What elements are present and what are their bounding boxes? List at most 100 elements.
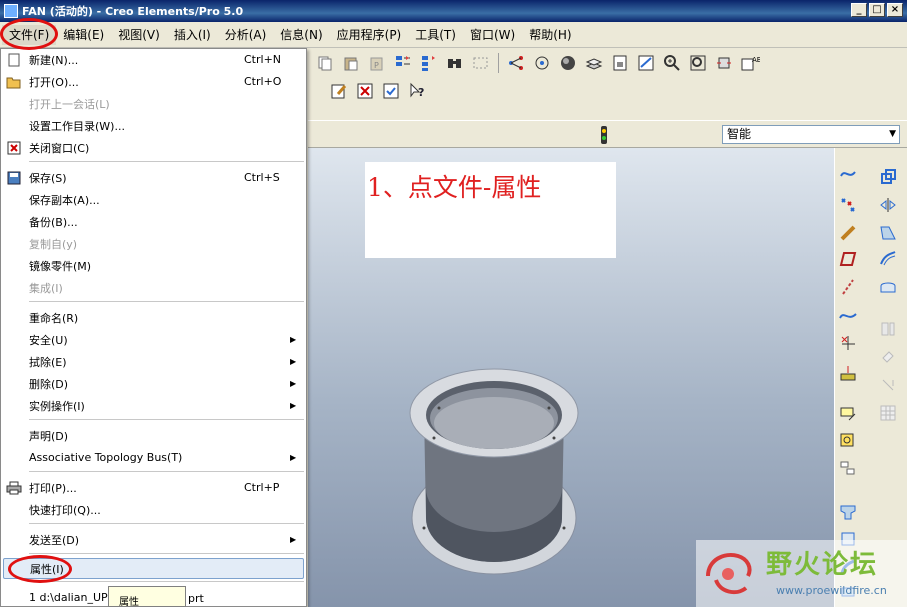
menu-applications[interactable]: 应用程序(P) [330, 25, 409, 45]
menu-analysis[interactable]: 分析(A) [218, 25, 274, 45]
accept-model-icon[interactable] [380, 80, 402, 102]
selection-filter-select[interactable]: 智能 ▼ [722, 125, 900, 144]
file-menu-set-working-directory[interactable]: 设置工作目录(W)... [3, 115, 304, 136]
menu-item-icon-placeholder [3, 351, 25, 372]
menu-item-label: 复制自(y) [29, 237, 78, 251]
menu-item-label: 声明(D) [29, 429, 69, 443]
file-menu-quick-print[interactable]: 快速打印(Q)... [3, 499, 304, 520]
menu-item-label: 集成(I) [29, 281, 63, 295]
file-menu-copy-from: 复制自(y) [3, 233, 304, 254]
draft-icon[interactable] [877, 222, 899, 244]
menu-item-icon-placeholder [3, 255, 25, 276]
menu-insert[interactable]: 插入(I) [167, 25, 218, 45]
analysis-feature-icon[interactable] [837, 362, 859, 384]
edit-definition-icon[interactable] [328, 80, 350, 102]
note-icon[interactable] [837, 402, 859, 424]
menu-item-shortcut: Ctrl+P [244, 481, 280, 494]
spin-center-icon[interactable] [531, 52, 553, 74]
file-menu-delete[interactable]: 删除(D) ▶ [3, 373, 304, 394]
fan-duct-model[interactable] [404, 368, 584, 598]
menu-item-icon-placeholder [3, 115, 25, 136]
saved-views-icon[interactable] [609, 52, 631, 74]
file-menu-declare[interactable]: 声明(D) [3, 425, 304, 446]
zoom-in-icon[interactable] [661, 52, 683, 74]
forum-watermark: 野火论坛 www.proewildfire.cn [696, 540, 907, 607]
file-menu-open[interactable]: 打开(O)... Ctrl+O [3, 71, 304, 92]
annotation-box: 1、点文件-属性 [365, 162, 616, 258]
file-menu-erase[interactable]: 拭除(E) ▶ [3, 351, 304, 372]
toolbar-row-1: P AB [312, 50, 763, 76]
curve-icon[interactable] [837, 304, 859, 326]
menu-bar: 文件(F) 编辑(E) 视图(V) 插入(I) 分析(A) 信息(N) 应用程序… [0, 22, 907, 48]
menu-item-label: 保存(S) [29, 171, 67, 185]
file-menu-rename[interactable]: 重命名(R) [3, 307, 304, 328]
orient-icon[interactable]: AB [739, 52, 761, 74]
paste-special-icon[interactable]: P [366, 52, 388, 74]
minimize-button[interactable]: _ [851, 3, 867, 17]
menu-item-shortcut: Ctrl+N [244, 53, 282, 66]
file-menu-security[interactable]: 安全(U) ▶ [3, 329, 304, 350]
menu-tools[interactable]: 工具(T) [408, 25, 463, 45]
datum-axis-icon[interactable] [837, 222, 859, 244]
menu-item-icon-placeholder [3, 277, 25, 298]
regenerate-manager-icon[interactable] [418, 52, 440, 74]
menu-separator [29, 301, 304, 302]
surface-icon[interactable] [877, 248, 899, 270]
file-menu-open-last-session: 打开上一会话(L) [3, 93, 304, 114]
coordinate-system-icon[interactable] [837, 332, 859, 354]
paste-icon[interactable] [340, 52, 362, 74]
menu-help[interactable]: 帮助(H) [522, 25, 578, 45]
menu-separator [29, 523, 304, 524]
file-menu-backup[interactable]: 备份(B)... [3, 211, 304, 232]
maximize-button[interactable]: □ [869, 3, 885, 17]
context-help-icon[interactable]: ? [406, 80, 428, 102]
shading-icon[interactable] [557, 52, 579, 74]
boundary-icon[interactable] [877, 276, 899, 298]
copy-icon[interactable] [314, 52, 336, 74]
menu-edit[interactable]: 编辑(E) [56, 25, 111, 45]
close-window-icon [3, 137, 25, 158]
extrude-icon[interactable] [837, 500, 859, 522]
datum-curve-sketch-icon[interactable] [837, 162, 859, 184]
file-menu-print[interactable]: 打印(P)... Ctrl+P [3, 477, 304, 498]
datum-display-icon[interactable] [505, 52, 527, 74]
file-menu-associative-topology-bus[interactable]: Associative Topology Bus(T) ▶ [3, 447, 304, 468]
menu-item-icon-placeholder [3, 307, 25, 328]
file-menu-close-window[interactable]: 关闭窗口(C) [3, 137, 304, 158]
submenu-arrow-icon: ▶ [290, 535, 297, 544]
datum-point-icon[interactable] [837, 194, 859, 216]
file-menu-send-to[interactable]: 发送至(D) ▶ [3, 529, 304, 550]
menu-item-label: 保存副本(A)... [29, 193, 100, 207]
menu-window[interactable]: 窗口(W) [463, 25, 522, 45]
file-menu-instance-operations[interactable]: 实例操作(I) ▶ [3, 395, 304, 416]
menu-item-icon-placeholder [3, 211, 25, 232]
datum-plane-icon[interactable] [837, 248, 859, 270]
annotation-feature-icon[interactable] [837, 430, 859, 452]
refit-icon[interactable] [713, 52, 735, 74]
regenerate-icon[interactable] [392, 52, 414, 74]
group-icon[interactable] [837, 458, 859, 480]
selection-box-icon[interactable] [470, 52, 492, 74]
mirror-icon[interactable] [877, 194, 899, 216]
layers-icon[interactable] [583, 52, 605, 74]
file-menu-save[interactable]: 保存(S) Ctrl+S [3, 167, 304, 188]
graphics-window[interactable]: 1、点文件-属性 [308, 148, 834, 607]
search-tool-icon[interactable] [444, 52, 466, 74]
close-model-icon[interactable] [354, 80, 376, 102]
menu-item-icon-placeholder [3, 529, 25, 550]
file-menu-save-copy[interactable]: 保存副本(A)... [3, 189, 304, 210]
file-menu-new[interactable]: 新建(N)... Ctrl+N [3, 49, 304, 70]
menu-view[interactable]: 视图(V) [111, 25, 167, 45]
app-icon [4, 4, 18, 18]
close-button[interactable]: × [887, 3, 903, 17]
file-menu-mirror-part[interactable]: 镜像零件(M) [3, 255, 304, 276]
menu-item-label: 关闭窗口(C) [29, 141, 90, 155]
axis-line-icon[interactable] [837, 276, 859, 298]
menu-info[interactable]: 信息(N) [273, 25, 329, 45]
zoom-window-icon[interactable] [687, 52, 709, 74]
menu-separator [29, 553, 304, 554]
copy-geometry-icon[interactable] [877, 166, 899, 188]
menu-item-label: 快速打印(Q)... [29, 503, 101, 517]
menu-item-label: 删除(D) [29, 377, 69, 391]
view-manager-icon[interactable] [635, 52, 657, 74]
